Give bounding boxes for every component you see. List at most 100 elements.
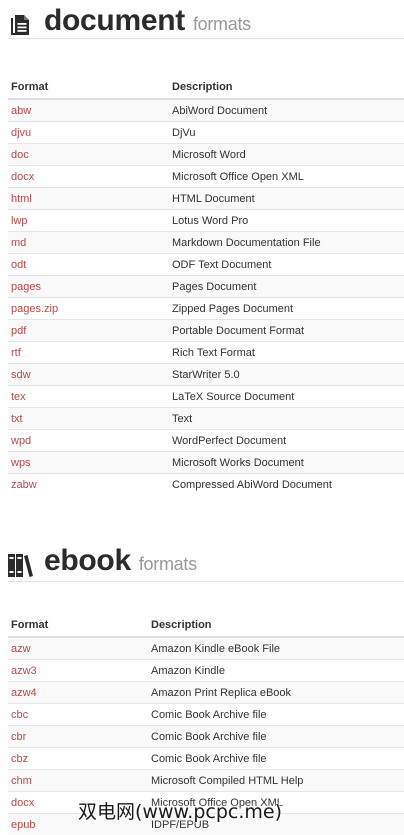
description-cell: Amazon Print Replica eBook [148, 681, 404, 704]
format-link[interactable]: chm [11, 775, 32, 787]
format-cell: chm [8, 769, 148, 792]
document-formats-table-body: abw AbiWord Document djvu DjVu doc Microsoft … [8, 98, 404, 495]
format-cell: rtf [8, 341, 169, 364]
document-formats-table: Format Description abw AbiWord Document dj… [8, 76, 404, 495]
format-link[interactable]: cbc [11, 709, 28, 721]
format-link[interactable]: cbr [11, 731, 26, 743]
table-row: doc Microsoft Word [8, 143, 404, 166]
table-row: abw AbiWord Document [8, 98, 404, 122]
format-cell: wpd [8, 429, 169, 452]
format-link[interactable]: docx [11, 797, 34, 809]
description-cell: Lotus Word Pro [169, 209, 404, 232]
format-link[interactable]: md [11, 237, 26, 249]
format-cell: abw [8, 98, 169, 122]
books-icon [8, 553, 34, 582]
table-row: wps Microsoft Works Document [8, 451, 404, 474]
ebook-title-text: ebook [44, 544, 131, 577]
table-row: djvu DjVu [8, 121, 404, 144]
format-link[interactable]: odt [11, 259, 26, 271]
format-cell: tex [8, 385, 169, 408]
description-cell: Amazon Kindle eBook File [148, 636, 404, 660]
format-link[interactable]: txt [11, 413, 23, 425]
table-row: cbr Comic Book Archive file [8, 725, 404, 748]
description-cell: Comic Book Archive file [148, 703, 404, 726]
description-cell: Microsoft Works Document [169, 451, 404, 474]
description-cell: Markdown Documentation File [169, 231, 404, 254]
format-cell: azw [8, 636, 148, 660]
description-cell: Microsoft Office Open XML [169, 165, 404, 188]
format-cell: odt [8, 253, 169, 276]
description-cell: Comic Book Archive file [148, 747, 404, 770]
format-cell: pages [8, 275, 169, 298]
document-formats-section: document formats Format Description abw Ab… [0, 4, 404, 495]
table-row: docx Microsoft Office Open XML [8, 165, 404, 188]
format-cell: azw3 [8, 659, 148, 682]
format-link[interactable]: azw [11, 643, 31, 655]
format-link[interactable]: azw4 [11, 687, 37, 699]
table-row: pages Pages Document [8, 275, 404, 298]
description-cell: Zipped Pages Document [169, 297, 404, 320]
format-cell: wps [8, 451, 169, 474]
description-cell: ODF Text Document [169, 253, 404, 276]
table-row: chm Microsoft Compiled HTML Help [8, 769, 404, 792]
table-row: html HTML Document [8, 187, 404, 210]
format-cell: cbz [8, 747, 148, 770]
format-link[interactable]: doc [11, 149, 29, 161]
table-row: lwp Lotus Word Pro [8, 209, 404, 232]
format-link[interactable]: rtf [11, 347, 21, 359]
format-link[interactable]: pages [11, 281, 41, 293]
description-cell: HTML Document [169, 187, 404, 210]
document-section-title: document formats [44, 4, 251, 38]
format-link[interactable]: epub [11, 819, 35, 831]
table-row: md Markdown Documentation File [8, 231, 404, 254]
format-column-header: Format [8, 76, 169, 100]
table-row: azw Amazon Kindle eBook File [8, 636, 404, 660]
document-section-divider [8, 38, 404, 39]
format-link[interactable]: lwp [11, 215, 28, 227]
format-cell: cbr [8, 725, 148, 748]
format-link[interactable]: azw3 [11, 665, 37, 677]
format-column-header: Format [8, 614, 148, 638]
description-cell: AbiWord Document [169, 98, 404, 122]
description-cell: WordPerfect Document [169, 429, 404, 452]
table-row: txt Text [8, 407, 404, 430]
format-cell: zabw [8, 473, 169, 495]
ebook-section-header: ebook formats [0, 544, 404, 586]
format-link[interactable]: abw [11, 105, 31, 117]
format-link[interactable]: tex [11, 391, 26, 403]
description-cell: Portable Document Format [169, 319, 404, 342]
format-link[interactable]: html [11, 193, 32, 205]
ebook-section-divider [8, 581, 404, 582]
format-link[interactable]: wpd [11, 435, 31, 447]
format-cell: djvu [8, 121, 169, 144]
table-row: wpd WordPerfect Document [8, 429, 404, 452]
format-link[interactable]: cbz [11, 753, 28, 765]
table-header-row: Format Description [8, 76, 404, 100]
table-row: cbc Comic Book Archive file [8, 703, 404, 726]
description-cell: Compressed AbiWord Document [169, 473, 404, 495]
ebook-title-subtitle: formats [138, 554, 197, 574]
table-row: azw3 Amazon Kindle [8, 659, 404, 682]
document-title-subtitle: formats [192, 14, 251, 34]
format-link[interactable]: pdf [11, 325, 26, 337]
ebook-formats-section: ebook formats Format Description azw Amazo… [0, 544, 404, 835]
table-row: azw4 Amazon Print Replica eBook [8, 681, 404, 704]
table-row: zabw Compressed AbiWord Document [8, 473, 404, 495]
format-cell: html [8, 187, 169, 210]
format-link[interactable]: sdw [11, 369, 31, 381]
format-link[interactable]: pages.zip [11, 303, 58, 315]
description-cell: LaTeX Source Document [169, 385, 404, 408]
description-cell: Microsoft Compiled HTML Help [148, 769, 404, 792]
format-cell: txt [8, 407, 169, 430]
format-cell: sdw [8, 363, 169, 386]
format-link[interactable]: wps [11, 457, 31, 469]
format-link[interactable]: djvu [11, 127, 31, 139]
format-link[interactable]: docx [11, 171, 34, 183]
format-link[interactable]: zabw [11, 479, 37, 491]
description-cell: Comic Book Archive file [148, 725, 404, 748]
format-cell: lwp [8, 209, 169, 232]
format-cell: azw4 [8, 681, 148, 704]
table-row: cbz Comic Book Archive file [8, 747, 404, 770]
description-cell: Text [169, 407, 404, 430]
format-cell: cbc [8, 703, 148, 726]
